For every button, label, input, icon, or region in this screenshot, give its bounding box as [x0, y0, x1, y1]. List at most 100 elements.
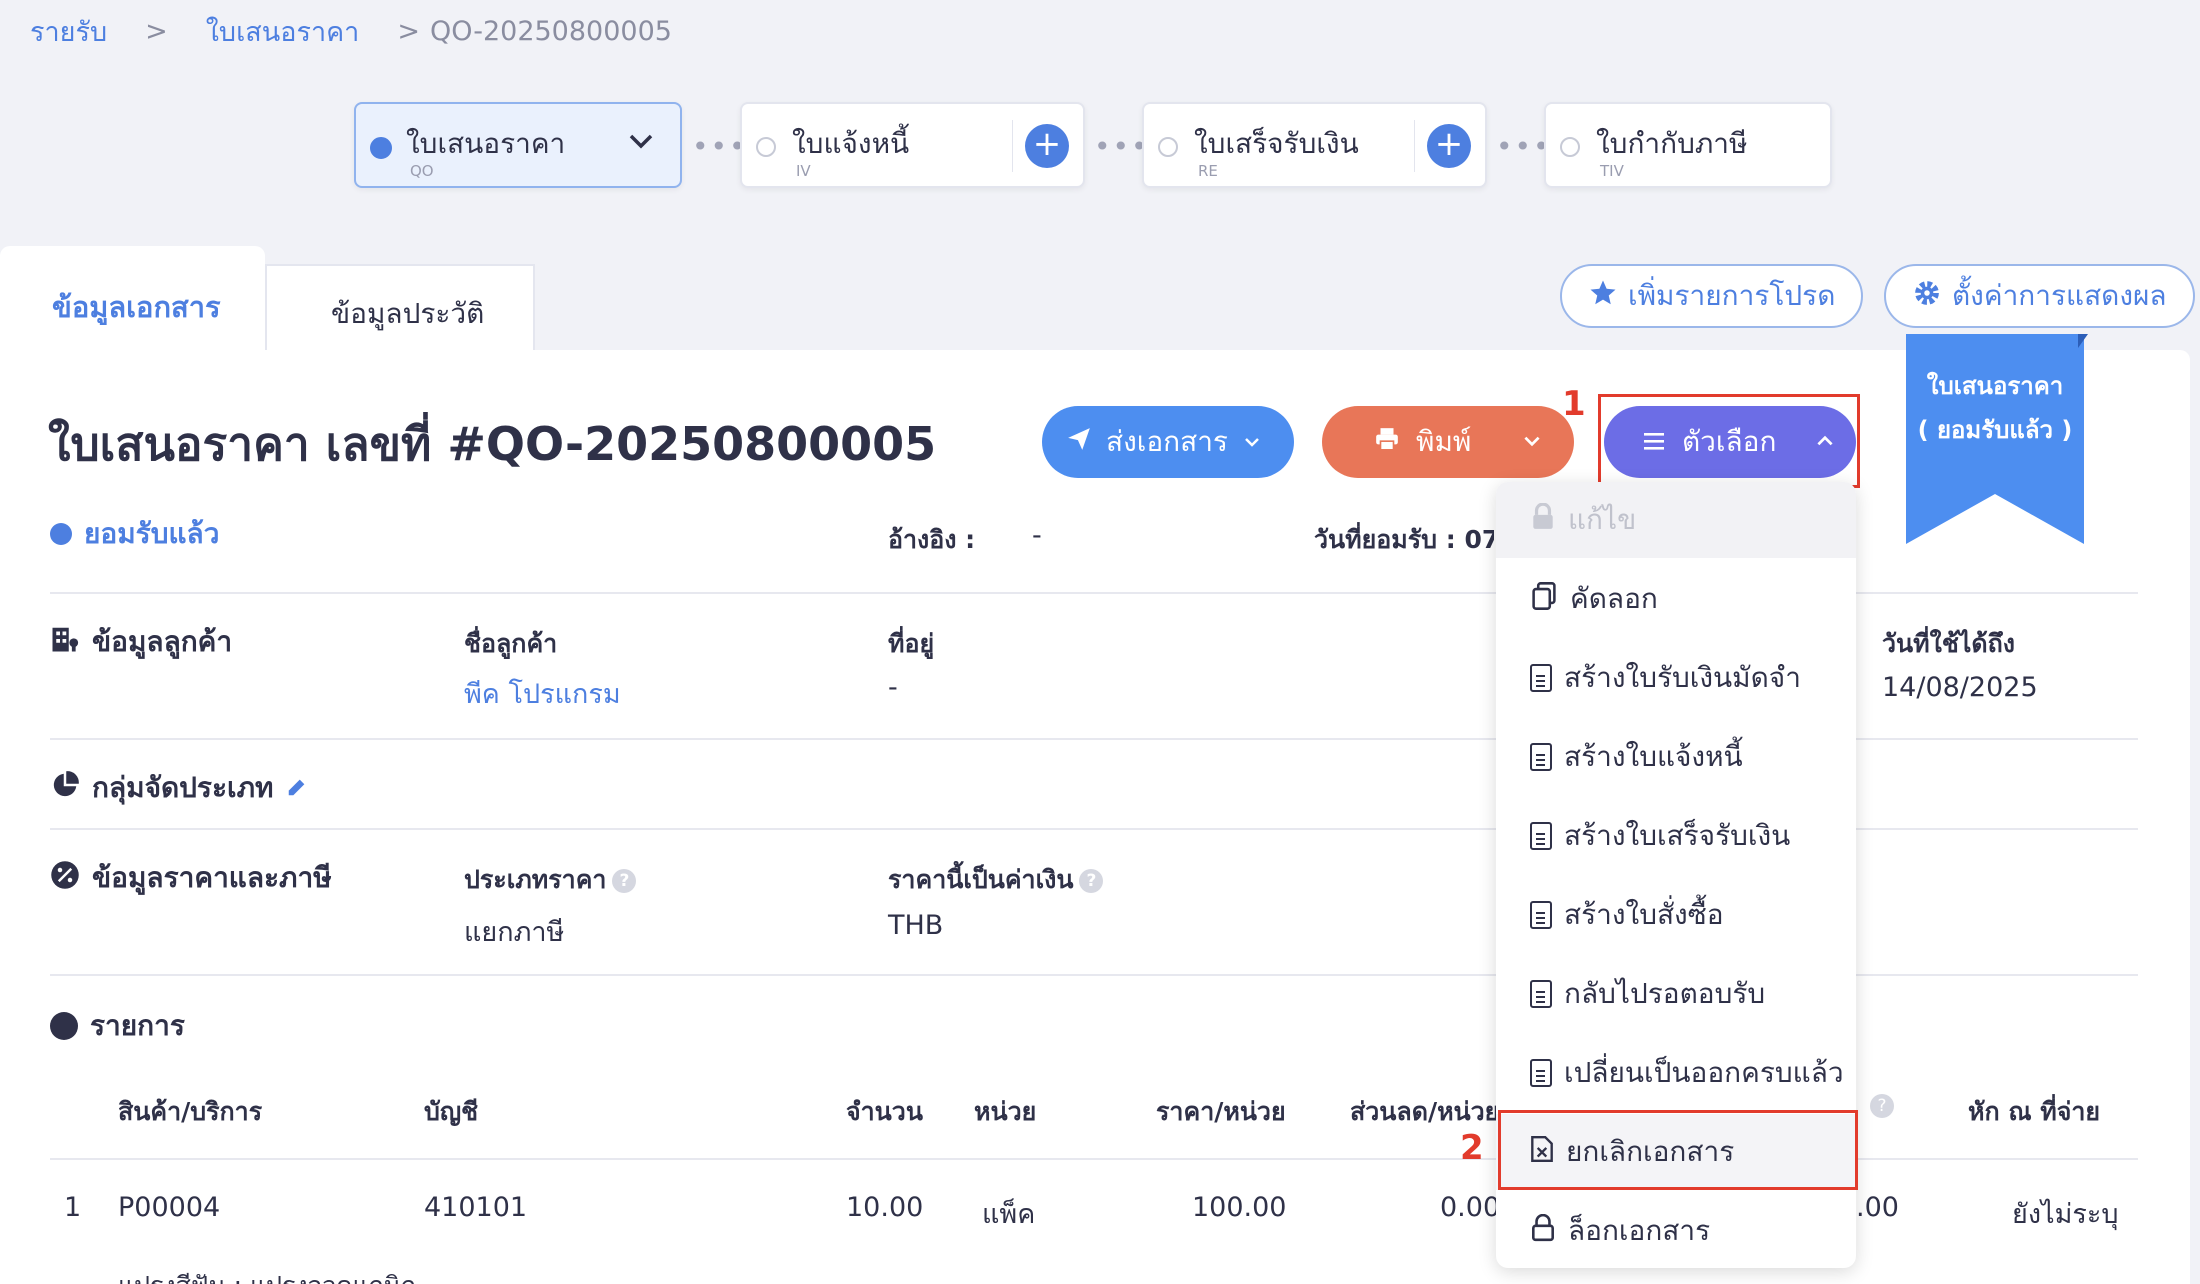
customer-name-label: ชื่อลูกค้า [464, 629, 558, 658]
breadcrumb-current: QO-20250800005 [429, 16, 672, 47]
step-quotation[interactable]: ใบเสนอราคา QO [354, 102, 682, 188]
breadcrumb-income[interactable]: รายรับ [30, 10, 107, 53]
menu-item-revert-pending[interactable]: กลับไปรอตอบรับ [1496, 956, 1856, 1032]
display-settings-button[interactable]: ตั้งค่าการแสดงผล [1884, 264, 2195, 328]
menu-item-create-deposit-receipt[interactable]: สร้างใบรับเงินมัดจำ [1496, 640, 1856, 716]
step-dot-icon [1560, 137, 1580, 157]
annotation-step-1: 1 [1562, 384, 1586, 424]
account-code: 410101 [424, 1192, 528, 1223]
add-favorite-button[interactable]: เพิ่มรายการโปรด [1560, 264, 1864, 328]
annotation-highlight-options [1598, 394, 1860, 488]
tab-history[interactable]: ข้อมูลประวัติ [265, 264, 535, 352]
step-receipt[interactable]: ใบเสร็จรับเงิน RE + [1142, 102, 1487, 188]
currency-value: THB [888, 910, 944, 941]
breadcrumb-separator: > [145, 16, 168, 47]
product-code-link[interactable]: P00004 [118, 1192, 220, 1223]
breadcrumb-separator: > [397, 16, 420, 47]
row-description: แปรงสีฟัน : แปรงจวดแกนิก [118, 1266, 416, 1284]
withholding-value: ยังไม่ระบุ [2012, 1199, 2119, 1230]
step-tax-invoice[interactable]: ใบกำกับภาษี TIV [1544, 102, 1832, 188]
menu-item-create-invoice[interactable]: สร้างใบแจ้งหนี้ [1496, 719, 1856, 795]
customer-section-title: ข้อมูลลูกค้า [92, 625, 233, 658]
quantity-value: 10.00 [846, 1192, 924, 1223]
lock-icon [1530, 501, 1556, 538]
step-label: ใบเสร็จรับเงิน [1194, 127, 1359, 160]
reference-label: อ้างอิง : [888, 525, 976, 554]
step-code: IV [796, 162, 811, 180]
chevron-down-icon [1242, 426, 1262, 459]
menu-item-create-receipt[interactable]: สร้างใบเสร็จรับเงิน [1496, 798, 1856, 874]
document-icon [1530, 664, 1552, 692]
print-label: พิมพ์ [1416, 425, 1472, 458]
printer-icon [1374, 426, 1400, 459]
address-label: ที่อยู่ [888, 629, 935, 658]
grouping-section: กลุ่มจัดประเภท [50, 766, 308, 810]
gear-icon [1912, 278, 1942, 315]
customer-section: ข้อมูลลูกค้า [50, 620, 232, 664]
column-header-product: สินค้า/บริการ [118, 1097, 263, 1126]
document-icon [1530, 822, 1552, 850]
pencil-icon[interactable] [286, 772, 308, 805]
customer-name-link[interactable]: พีค โปรแกรม [464, 672, 621, 715]
lock-icon [1530, 1213, 1556, 1249]
column-header-withholding: หัก ณ ที่จ่าย [1968, 1097, 2101, 1126]
column-header-quantity: จำนวน [846, 1097, 923, 1126]
menu-item-create-purchase-order[interactable]: สร้างใบสั่งซื้อ [1496, 877, 1856, 953]
paper-plane-icon [1066, 426, 1092, 459]
chevron-down-icon[interactable] [626, 126, 656, 163]
menu-item-edit: แก้ไข [1496, 482, 1856, 558]
column-header-unit-price: ราคา/หน่วย [1156, 1097, 1286, 1126]
annotation-step-2: 2 [1460, 1128, 1484, 1168]
page-title: ใบเสนอราคา เลขที่ #QO-20250800005 [48, 417, 937, 471]
chevron-down-icon[interactable] [1521, 426, 1543, 459]
status-badge: ยอมรับแล้ว [50, 512, 219, 556]
send-label: ส่งเอกสาร [1106, 425, 1228, 458]
display-settings-label: ตั้งค่าการแสดงผล [1952, 279, 2167, 312]
star-icon [1588, 278, 1618, 315]
pricing-section: ข้อมูลราคาและภาษี [50, 856, 332, 900]
step-active-dot-icon [370, 137, 392, 159]
status-text: ยอมรับแล้ว [84, 517, 220, 550]
step-code: TIV [1600, 162, 1624, 180]
menu-item-copy[interactable]: คัดลอก [1496, 561, 1856, 637]
status-ribbon-text: ใบเสนอราคา ( ยอมรับแล้ว ) [1917, 372, 2073, 444]
vat-value: .00 [1856, 1192, 1899, 1223]
document-icon [1530, 1059, 1552, 1087]
send-document-button[interactable]: ส่งเอกสาร [1042, 406, 1294, 478]
discount-value: 0.00 [1440, 1192, 1501, 1223]
copy-icon [1530, 581, 1558, 618]
menu-item-lock-document[interactable]: ล็อกเอกสาร [1496, 1193, 1856, 1269]
status-dot-icon [50, 523, 72, 545]
document-icon [1530, 743, 1552, 771]
address-value: - [888, 672, 898, 703]
breadcrumb-quotation[interactable]: ใบเสนอราคา [206, 10, 360, 53]
menu-item-mark-fully-issued[interactable]: เปลี่ยนเป็นออกครบแล้ว [1496, 1035, 1856, 1111]
help-icon[interactable]: ? [1079, 869, 1104, 893]
step-code: QO [410, 162, 434, 180]
help-icon[interactable]: ? [1870, 1094, 1894, 1118]
step-dot-icon [756, 137, 776, 157]
add-icon[interactable]: + [1025, 124, 1069, 168]
help-icon[interactable]: ? [612, 869, 637, 893]
favorite-label: เพิ่มรายการโปรด [1628, 279, 1836, 312]
pricing-section-title: ข้อมูลราคาและภาษี [92, 861, 332, 894]
pie-chart-icon [50, 770, 80, 807]
valid-until-value: 14/08/2025 [1882, 672, 2038, 703]
step-label: ใบกำกับภาษี [1596, 127, 1748, 160]
row-number: 1 [64, 1192, 82, 1223]
column-header-discount: ส่วนลด/หน่วย [1350, 1097, 1496, 1126]
tab-document-info[interactable]: ข้อมูลเอกสาร [0, 246, 265, 352]
add-icon[interactable]: + [1427, 124, 1471, 168]
price-type-value: แยกภาษี [464, 917, 565, 948]
items-section-title: รายการ [90, 1009, 185, 1042]
step-invoice[interactable]: ใบแจ้งหนี้ IV + [740, 102, 1085, 188]
valid-until-label: วันที่ใช้ได้ถึง [1882, 629, 2015, 658]
document-icon [1530, 980, 1552, 1008]
step-label: ใบแจ้งหนี้ [792, 127, 910, 160]
items-section: รายการ [50, 1004, 185, 1048]
reference-value: - [1032, 520, 1042, 551]
column-header-account: บัญชี [424, 1097, 479, 1126]
step-code: RE [1198, 162, 1218, 180]
print-button[interactable]: พิมพ์ [1322, 406, 1574, 478]
accepted-date-label: วันที่ยอมรับ : 07 [1314, 525, 1494, 554]
